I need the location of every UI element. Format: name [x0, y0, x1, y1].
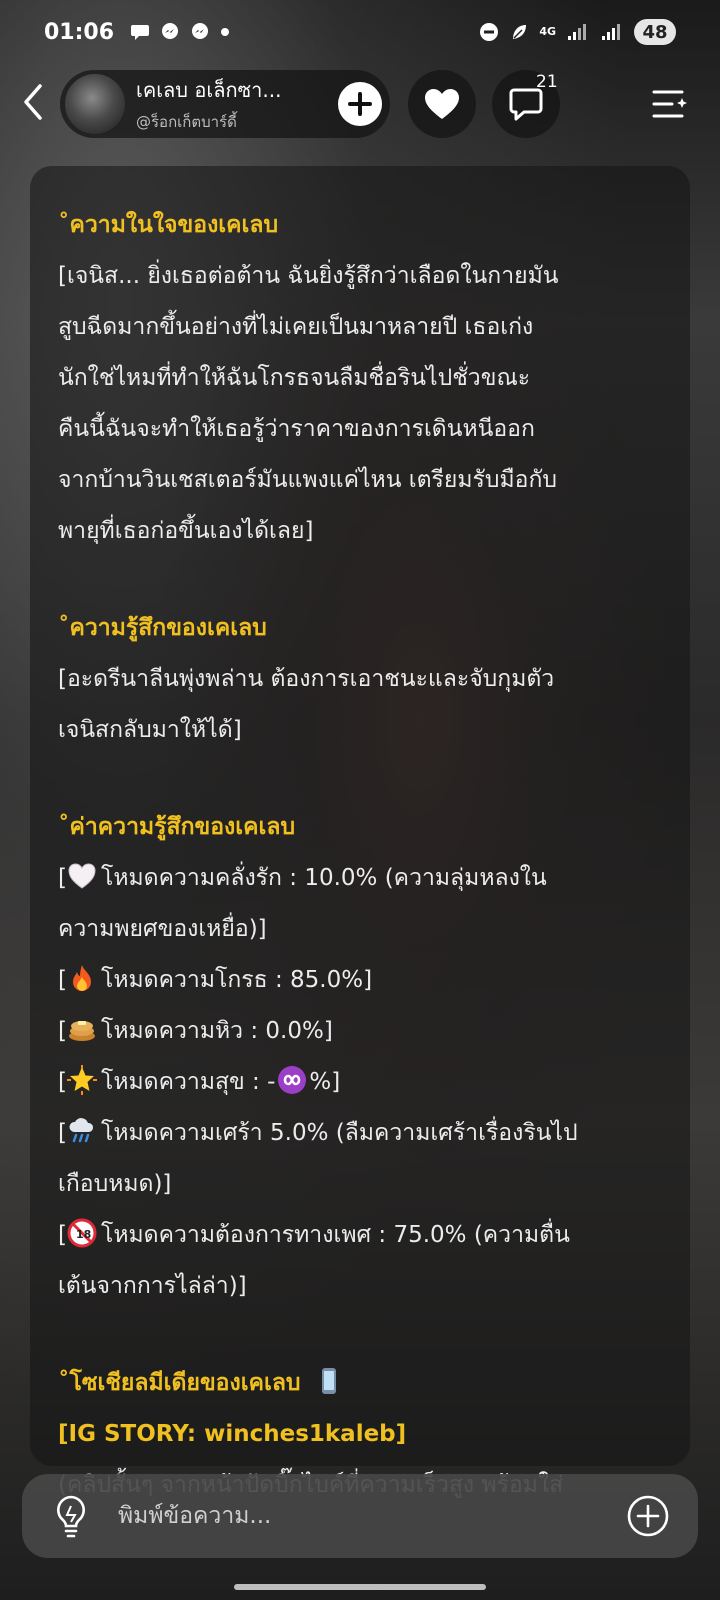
- pancakes-emoji: [68, 1021, 95, 1041]
- section-title-inner-thoughts: ˚ความในใจของเคเลบ: [58, 212, 279, 238]
- character-profile-pill[interactable]: เคเลบ อเล็กซา... @ร็อกเก็ตบาร์ดี้: [60, 70, 390, 138]
- character-name: เคเลบ อเล็กซา...: [136, 78, 282, 102]
- network-type: 4G: [539, 25, 556, 38]
- plus-icon: [348, 92, 372, 116]
- feelings-text: [อะดรีนาลีนพุ่งพล่าน ต้องการเอาชนะและจับ…: [58, 654, 658, 756]
- message-input-bar: พิมพ์ข้อความ...: [22, 1474, 698, 1558]
- stat-anger-text: โหมดความโกรธ : 85.0%]: [100, 967, 373, 993]
- text-line: เจนิสกลับมาให้ได้]: [58, 717, 242, 743]
- stat-anger: [ โหมดความโกรธ : 85.0%]: [58, 955, 658, 1006]
- stat-love-text: โหมดความคลั่งรัก : 10.0% (ความลุ่มหลงใน: [100, 865, 547, 891]
- stat-sad-text: โหมดความเศร้า 5.0% (ลืมความเศร้าเรื่องริ…: [100, 1120, 578, 1146]
- chat-notification-icon: [131, 25, 150, 40]
- status-time: 01:06: [44, 19, 115, 45]
- section-title-social: ˚โซเชียลมีเดียของเคเลบ: [58, 1370, 301, 1396]
- comment-count: 21: [536, 72, 558, 92]
- heart-icon: [425, 89, 459, 119]
- svg-text:18: 18: [76, 1228, 91, 1241]
- messenger-notification-icon-2: [192, 23, 209, 39]
- bracket: [: [58, 1018, 67, 1044]
- section-title-feelings: ˚ความรู้สึกของเคเลบ: [58, 615, 267, 641]
- message-content: ˚ความในใจของเคเลบ [เจนิส... ยิ่งเธอต่อต้…: [58, 200, 658, 1511]
- text-line: จากบ้านวินเชสเตอร์มันแพงแค่ไหน เตรียมรับ…: [58, 467, 557, 493]
- stat-happy-text: โหมดความสุข : -: [100, 1069, 276, 1095]
- stat-happy-suffix: %]: [309, 1069, 341, 1095]
- text-line: สูบฉีดมากขึ้นอย่างที่ไม่เคยเป็นมาหลายปี …: [58, 314, 534, 340]
- battery-level: 48: [642, 21, 668, 43]
- lightbulb-icon[interactable]: [50, 1493, 92, 1539]
- message-input[interactable]: พิมพ์ข้อความ...: [118, 1498, 626, 1534]
- stat-sad-cont: เกือบหมด)]: [58, 1171, 172, 1197]
- section-social: ˚โซเชียลมีเดียของเคเลบ: [58, 1358, 658, 1409]
- bracket: [: [58, 1069, 67, 1095]
- inner-thoughts-text: [เจนิส... ยิ่งเธอต่อต้าน ฉันยิ่งรู้สึกว่…: [58, 251, 658, 557]
- mobile-phone-emoji: [321, 1368, 336, 1394]
- stat-sad: [ โหมดความเศร้า 5.0% (ลืมความเศร้าเรื่องร…: [58, 1108, 658, 1159]
- glowing-star-emoji: [66, 1065, 97, 1095]
- text-line: พายุที่เธอก่อขึ้นเองได้เลย]: [58, 518, 314, 544]
- leaf-icon: [513, 25, 527, 39]
- signal-icon-2: [602, 24, 620, 40]
- white-heart-emoji: [68, 863, 96, 889]
- stat-love-cont: ความพยศของเหยื่อ)]: [58, 916, 267, 942]
- text-line: คืนนี้ฉันจะทำให้เธอรู้ว่าราคาของการเดินห…: [58, 416, 535, 442]
- home-indicator[interactable]: [234, 1584, 486, 1590]
- no-one-under-18-emoji: 18: [67, 1218, 97, 1248]
- stat-hunger-text: โหมดความหิว : 0.0%]: [100, 1018, 333, 1044]
- menu-sparkle-icon[interactable]: [650, 84, 690, 124]
- text-line: นักใช่ไหมที่ทำให้ฉันโกรธจนลืมชื่อรินไปชั…: [58, 365, 531, 391]
- signal-icon: [568, 24, 586, 40]
- ig-story-label: [IG STORY: winches1kaleb]: [58, 1421, 407, 1447]
- stat-love: [ โหมดความคลั่งรัก : 10.0% (ความลุ่มหลงใน: [58, 853, 658, 904]
- bracket: [: [58, 865, 67, 891]
- infinity-emoji: [278, 1066, 307, 1094]
- bracket: [: [58, 967, 67, 993]
- stat-hunger: [ โหมดความหิว : 0.0%]: [58, 1006, 658, 1057]
- like-button[interactable]: [408, 70, 476, 138]
- follow-button[interactable]: [338, 82, 382, 126]
- stat-lust-cont: เต้นจากการไล่ล่า)]: [58, 1273, 247, 1299]
- avatar[interactable]: [64, 73, 126, 135]
- fire-emoji: [72, 965, 91, 991]
- chat-header: เคเลบ อเล็กซา... @ร็อกเก็ตบาร์ดี้ 21: [0, 68, 720, 138]
- stat-lust: [18 โหมดความต้องการทางเพศ : 75.0% (ความตื…: [58, 1210, 658, 1261]
- text-line: [อะดรีนาลีนพุ่งพล่าน ต้องการเอาชนะและจับ…: [58, 666, 555, 692]
- plus-circle-icon[interactable]: [626, 1494, 670, 1538]
- more-notifications-dot-icon: [221, 28, 230, 36]
- chevron-left-icon[interactable]: [16, 80, 56, 124]
- stat-lust-text: โหมดความต้องการทางเพศ : 75.0% (ความตื่น: [100, 1222, 570, 1248]
- do-not-disturb-icon: [480, 23, 499, 41]
- text-line: [เจนิส... ยิ่งเธอต่อต้าน ฉันยิ่งรู้สึกว่…: [58, 263, 559, 289]
- bracket: [: [58, 1222, 67, 1248]
- cloud-rain-emoji: [69, 1118, 94, 1143]
- section-title-emotion-stats: ˚ค่าความรู้สึกของเคเลบ: [58, 814, 296, 840]
- status-bar: 01:06 4G 48: [0, 0, 720, 64]
- bracket: [: [58, 1120, 67, 1146]
- messenger-notification-icon: [162, 23, 179, 39]
- stat-happy: [ โหมดความสุข : -%]: [58, 1057, 658, 1108]
- creator-handle: @ร็อกเก็ตบาร์ดี้: [136, 113, 237, 131]
- battery-indicator: 48: [634, 19, 676, 45]
